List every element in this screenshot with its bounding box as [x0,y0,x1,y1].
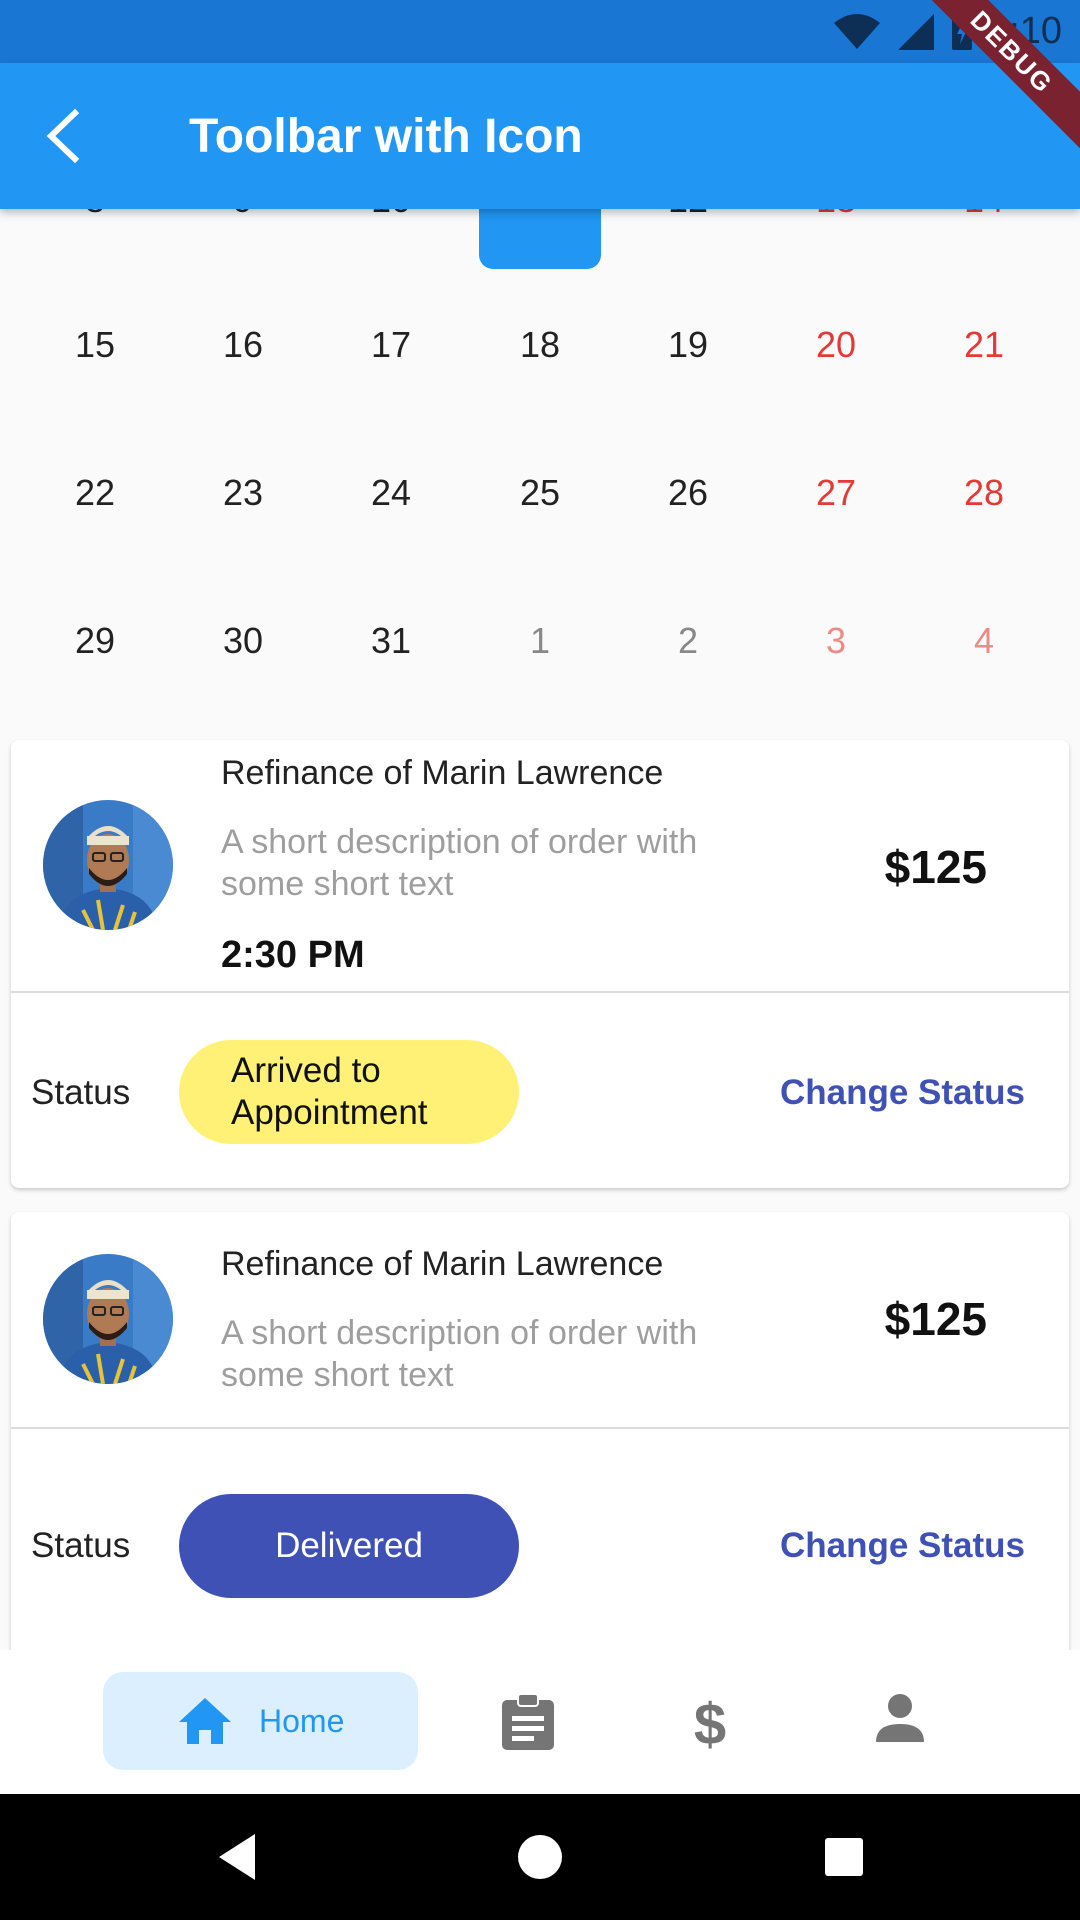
status-label: Status [31,1526,131,1565]
nav-item-orders[interactable] [500,1692,556,1757]
card-divider [11,1427,1069,1429]
back-arrow-icon [46,109,80,163]
calendar-day[interactable]: 23 [169,472,317,514]
avatar [43,800,173,930]
signal-icon [898,13,935,50]
nav-item-home[interactable]: Home [103,1672,418,1770]
calendar-day[interactable]: 26 [614,472,762,514]
clipboard-icon [502,1693,554,1750]
order-description: A short description of order with some s… [221,823,698,903]
order-price: $125 [884,841,987,893]
change-status-button[interactable]: Change Status [780,1073,1025,1113]
person-icon [876,1694,924,1742]
calendar-week: 29 30 31 1 2 3 4 [0,620,1080,680]
calendar-day[interactable]: 31 [317,620,465,662]
order-title: Refinance of Marin Lawrence [221,1245,664,1283]
calendar-day[interactable]: 30 [169,620,317,662]
system-navigation-bar [0,1794,1080,1920]
status-badge: Arrived to Appointment [179,1040,519,1144]
calendar-day[interactable]: 15 [21,324,169,366]
svg-text:$: $ [694,1692,726,1754]
calendar-day[interactable]: 21 [910,324,1058,366]
calendar-week: 22 23 24 25 26 27 28 [0,472,1080,532]
calendar-day[interactable]: 1 [466,620,614,662]
back-button[interactable] [30,103,96,169]
status-label: Status [31,1073,131,1112]
order-description: A short description of order with some s… [221,1314,698,1394]
calendar-week-partial: 8 9 10 13 12 14 [0,209,1080,239]
dollar-icon: $ [694,1692,726,1757]
calendar-day[interactable]: 24 [317,472,465,514]
card-divider [11,991,1069,993]
app-bar: Toolbar with Icon [0,63,1080,209]
calendar-day[interactable]: 9 [169,209,317,221]
calendar-day[interactable]: 14 [910,209,1058,221]
status-badge: Delivered [179,1494,519,1598]
calendar-day[interactable]: 25 [466,472,614,514]
nav-home-label: Home [259,1702,345,1739]
circle-home-icon [518,1835,562,1879]
status-bar: 2:10 [0,0,1080,63]
avatar-image [43,1254,173,1384]
calendar-day[interactable]: 13 [762,209,910,221]
order-title: Refinance of Marin Lawrence [221,754,664,792]
calendar-day[interactable]: 10 [317,209,465,221]
calendar-day[interactable]: 12 [614,209,762,221]
square-recents-icon [825,1838,863,1876]
calendar-day[interactable]: 3 [762,620,910,662]
calendar-week: 15 16 17 18 19 20 21 [0,324,1080,384]
order-card[interactable]: Refinance of Marin Lawrence A short desc… [11,740,1069,1188]
calendar-day[interactable]: 27 [762,472,910,514]
wifi-icon [834,13,881,50]
calendar-day[interactable]: 4 [910,620,1058,662]
order-time: 2:30 PM [221,934,365,976]
calendar-day[interactable]: 19 [614,324,762,366]
calendar-grid: 11 8 9 10 13 12 14 15 16 17 18 19 20 21 … [0,209,1080,729]
home-icon [179,1698,231,1744]
order-card[interactable]: Refinance of Marin Lawrence A short desc… [11,1212,1069,1672]
calendar-day[interactable]: 18 [466,324,614,366]
order-price: $125 [884,1293,987,1345]
system-recents-button[interactable] [811,1824,877,1890]
calendar-day[interactable]: 2 [614,620,762,662]
bottom-navigation: Home $ [0,1650,1080,1794]
avatar-image [43,800,173,930]
change-status-button[interactable]: Change Status [780,1526,1025,1566]
page-title: Toolbar with Icon [189,110,583,163]
avatar [43,1254,173,1384]
calendar-day[interactable]: 28 [910,472,1058,514]
calendar-day[interactable]: 22 [21,472,169,514]
triangle-back-icon [219,1834,255,1880]
calendar-day[interactable]: 8 [21,209,169,221]
system-home-button[interactable] [507,1824,573,1890]
calendar-day[interactable]: 29 [21,620,169,662]
calendar-day[interactable]: 16 [169,324,317,366]
system-back-button[interactable] [204,1824,270,1890]
calendar-day[interactable]: 20 [762,324,910,366]
nav-item-profile[interactable] [874,1692,926,1749]
nav-item-payments[interactable]: $ [690,1692,730,1759]
calendar-day[interactable]: 17 [317,324,465,366]
